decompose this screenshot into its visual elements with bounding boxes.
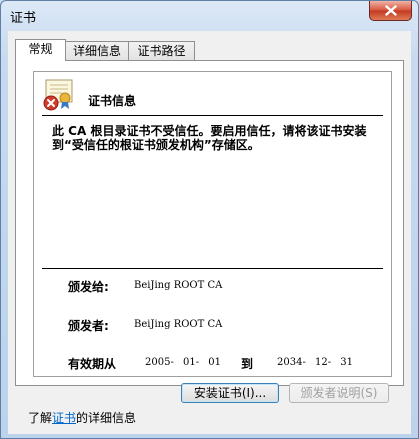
learn-more-text: 了解证书的详细信息 bbox=[28, 409, 136, 426]
divider-top bbox=[42, 115, 383, 116]
validity-label: 有效期从 bbox=[68, 357, 117, 371]
close-button[interactable] bbox=[369, 1, 412, 21]
title-bar[interactable]: 证书 bbox=[1, 1, 418, 31]
learn-more-link[interactable]: 证书 bbox=[52, 411, 76, 425]
issued-to-value: BeiJing ROOT CA bbox=[134, 280, 223, 291]
close-icon bbox=[385, 5, 397, 16]
issued-to-label: 颁发给: bbox=[68, 280, 109, 294]
certificate-error-icon bbox=[43, 79, 73, 111]
tab-details[interactable]: 详细信息 bbox=[65, 41, 129, 60]
issuer-statement-button[interactable]: 颁发者说明(S) bbox=[289, 383, 389, 403]
issued-by-value: BeiJing ROOT CA bbox=[134, 319, 223, 330]
tab-panel-general: 证书信息 此 CA 根目录证书不受信任。要启用信任，请将该证书安装到“受信任的根… bbox=[15, 60, 404, 386]
tab-certification-path[interactable]: 证书路径 bbox=[128, 41, 195, 60]
validity-to-label: 到 bbox=[241, 357, 254, 371]
issued-by-label: 颁发者: bbox=[68, 319, 109, 333]
learn-more-prefix: 了解 bbox=[28, 411, 53, 425]
certificate-info-box: 证书信息 此 CA 根目录证书不受信任。要启用信任，请将该证书安装到“受信任的根… bbox=[33, 71, 392, 377]
divider-middle bbox=[42, 268, 383, 269]
certificate-dialog: 证书 常规 详细信息 证书路径 证书信息 此 CA 根目录证书不受信任。要启用信… bbox=[0, 0, 419, 439]
tab-general[interactable]: 常规 bbox=[15, 39, 66, 61]
window-title: 证书 bbox=[10, 11, 37, 26]
dialog-client-area: 常规 详细信息 证书路径 证书信息 此 CA 根目录证书不受信任。要启用信任，请… bbox=[8, 31, 411, 434]
valid-from-value: 2005- 01- 01 bbox=[145, 357, 222, 368]
certificate-heading: 证书信息 bbox=[88, 94, 137, 108]
install-certificate-button[interactable]: 安装证书(I)... bbox=[181, 383, 279, 403]
trust-warning-text: 此 CA 根目录证书不受信任。要启用信任，请将该证书安装到“受信任的根证书颁发机… bbox=[52, 124, 367, 152]
learn-more-suffix: 的详细信息 bbox=[76, 411, 137, 425]
valid-to-value: 2034- 12- 31 bbox=[277, 357, 354, 368]
